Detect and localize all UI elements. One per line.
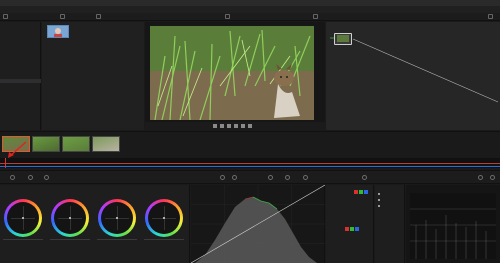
gallery-icon[interactable] (60, 14, 65, 19)
qualifier-icon[interactable] (44, 175, 49, 180)
tracker-icon[interactable] (232, 175, 237, 180)
wheel-center-dot[interactable] (163, 217, 165, 219)
window-icon[interactable] (220, 175, 225, 180)
rgb-row (330, 204, 370, 209)
clip-thumbnail[interactable] (32, 136, 60, 152)
scope-icon[interactable] (478, 175, 483, 180)
color-wheel-gain[interactable] (98, 199, 136, 237)
play-icon[interactable] (227, 124, 231, 128)
cat-in-grass-image (150, 26, 314, 120)
wheel-center-dot[interactable] (116, 217, 118, 219)
blue-channel-swatch[interactable] (364, 190, 368, 194)
video-frame[interactable] (150, 26, 314, 120)
timeline-track (0, 163, 500, 164)
waveform-scope (410, 193, 496, 259)
color-wheel-gamma[interactable] (51, 199, 89, 237)
green-swatch[interactable] (350, 227, 354, 231)
go-to-start-icon[interactable] (213, 124, 217, 128)
rgb-row (330, 236, 370, 241)
clip-thumbnail[interactable] (62, 136, 90, 152)
person-thumbnail-icon (48, 26, 68, 37)
settings-icon[interactable] (490, 175, 495, 180)
color-wheel-offset[interactable] (145, 199, 183, 237)
color-wheel-lift[interactable] (4, 199, 42, 237)
media-browser (42, 22, 144, 130)
luts-icon[interactable] (96, 14, 101, 19)
curves-histogram (190, 184, 326, 263)
blue-swatch[interactable] (355, 227, 359, 231)
annotation-arrow (8, 141, 27, 158)
playhead[interactable] (5, 158, 6, 168)
master-wheel-slider[interactable] (97, 239, 137, 240)
key-icon[interactable] (285, 175, 290, 180)
master-wheel-slider[interactable] (50, 239, 90, 240)
wheel-inner (148, 202, 180, 234)
step-forward-icon[interactable] (234, 124, 238, 128)
node-connection-line (330, 37, 499, 103)
viewer-mode-icon[interactable] (225, 14, 230, 19)
master-wheel-slider[interactable] (144, 239, 184, 240)
toolbar (0, 13, 500, 21)
gallery-sidebar (0, 22, 41, 130)
step-back-icon[interactable] (220, 124, 224, 128)
wheel-inner (7, 202, 39, 234)
wheel-center-dot[interactable] (22, 217, 24, 219)
timeline-track-secondary (0, 166, 500, 167)
blur-icon[interactable] (268, 175, 273, 180)
media-thumbnail[interactable] (47, 25, 69, 38)
rgb-row (330, 196, 370, 201)
green-channel-swatch[interactable] (359, 190, 363, 194)
options-icon[interactable] (488, 14, 493, 19)
media-pool-icon[interactable] (3, 14, 8, 19)
color-tools-row (0, 170, 500, 184)
master-wheel-slider[interactable] (3, 239, 43, 240)
clip-thumbnail[interactable] (92, 136, 120, 152)
keyframe-markers (378, 193, 380, 207)
wheel-inner (54, 202, 86, 234)
wheel-inner (101, 202, 133, 234)
3d-icon[interactable] (362, 175, 367, 180)
curves-icon[interactable] (28, 175, 33, 180)
wheel-center-dot[interactable] (69, 217, 71, 219)
go-to-end-icon[interactable] (241, 124, 245, 128)
wheels-icon[interactable] (10, 175, 15, 180)
red-swatch[interactable] (345, 227, 349, 231)
scope-panel (406, 185, 500, 263)
menu-bar (0, 6, 500, 13)
sizing-icon[interactable] (303, 175, 308, 180)
red-channel-swatch[interactable] (354, 190, 358, 194)
clip-icon[interactable] (313, 14, 318, 19)
loop-icon[interactable] (248, 124, 252, 128)
curves-panel[interactable] (190, 184, 326, 263)
sidebar-item-selected[interactable] (0, 79, 41, 83)
